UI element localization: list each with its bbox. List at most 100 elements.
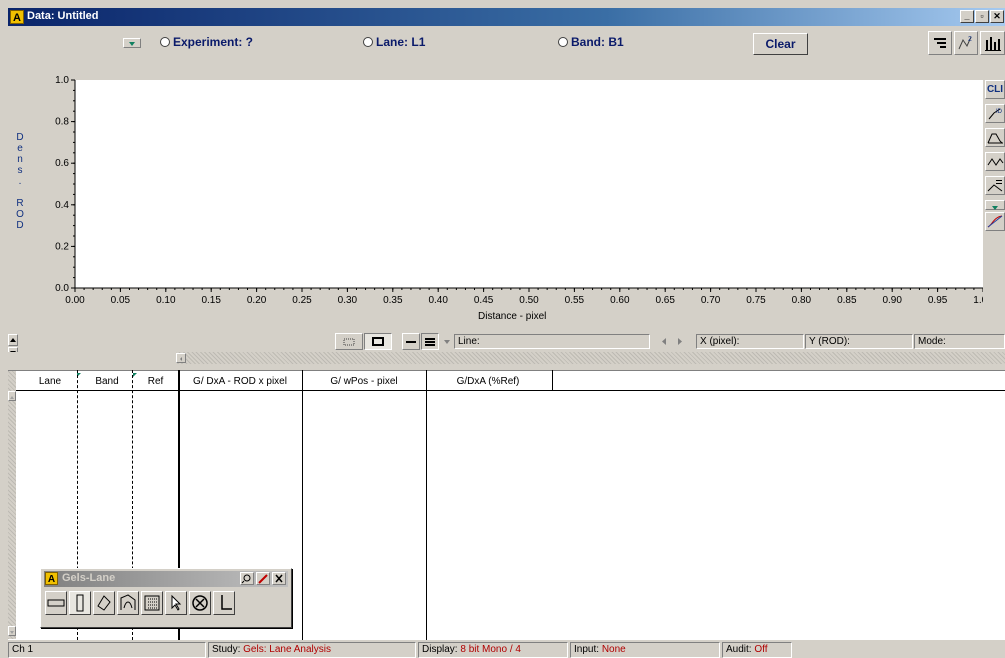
x-tick-label: 0.00	[65, 295, 85, 306]
x-tick-label: 0.55	[565, 295, 585, 306]
restore-button[interactable]: ▫	[975, 10, 989, 23]
rotate-lane-icon	[97, 595, 111, 611]
curve-button[interactable]	[985, 128, 1005, 147]
col-header-lane[interactable]: Lane	[30, 376, 70, 387]
peak-detect-icon	[987, 158, 1004, 166]
solid-rect-button[interactable]	[364, 333, 392, 350]
band-prefix: Band:	[571, 35, 605, 49]
density-chart: 1.0 0.8 0.6 0.4 0.2 0.00.00 0.05 0.10 0.15 0.20 0.…	[55, 75, 983, 306]
fit-curve-icon	[987, 215, 1003, 228]
col-header-g-dxa[interactable]: G/ DxA - ROD x pixel	[178, 376, 302, 387]
peaks-button[interactable]: 2	[954, 31, 978, 55]
zoom-trace-button[interactable]: ID	[985, 104, 1005, 123]
dotted-rect-button[interactable]	[335, 333, 363, 350]
experiment-radio[interactable]: Experiment: ?	[160, 35, 253, 49]
x-tick-label: 0.35	[383, 295, 403, 306]
chevron-down-icon	[129, 42, 135, 46]
x-tick-label: 0.30	[338, 295, 358, 306]
line-dropdown-arrow[interactable]	[442, 335, 452, 348]
clr-button[interactable]: CLI	[985, 80, 1005, 99]
x-tick-label: 0.05	[111, 295, 131, 306]
y-tick-label: 0.8	[55, 117, 69, 128]
ref-col-marker	[133, 373, 137, 377]
peak-detect-button[interactable]	[985, 152, 1005, 171]
arrow-left-icon	[662, 338, 666, 345]
x-axis-label: Distance - pixel	[478, 311, 547, 322]
col-header-band[interactable]: Band	[85, 376, 129, 387]
tool-grid[interactable]	[141, 591, 163, 615]
gels-lane-title: Gels-Lane	[62, 572, 116, 584]
x-tick-label: 0.20	[247, 295, 267, 306]
tool-curve-lane[interactable]	[117, 591, 139, 615]
status-empty	[794, 642, 1005, 658]
gels-lane-toolbar[interactable]: A Gels-Lane	[40, 568, 292, 628]
col-header-g-dxa-pct-ref[interactable]: G/DxA (%Ref)	[426, 376, 550, 387]
y-tick-label: 0.0	[55, 283, 69, 294]
chevron-down-icon	[444, 340, 450, 344]
app-icon: A	[10, 10, 24, 24]
table-scroll-up-button[interactable]	[8, 391, 16, 401]
baseline-icon	[987, 180, 1003, 192]
gels-lane-close-button[interactable]	[272, 572, 286, 585]
tool-lane-rect[interactable]	[45, 591, 67, 615]
baseline-button[interactable]	[985, 176, 1005, 195]
band-radio[interactable]: Band: B1	[558, 35, 624, 49]
status-study-label: Study:	[212, 644, 241, 655]
col-header-ref[interactable]: Ref	[138, 376, 173, 387]
window-title: Data: Untitled	[27, 10, 99, 22]
x-tick-label: 1.00	[973, 295, 983, 306]
x-tick-label: 0.65	[655, 295, 675, 306]
clear-button[interactable]: Clear	[753, 33, 808, 55]
scroll-right-button[interactable]	[674, 335, 686, 348]
thick-line-icon	[425, 338, 435, 346]
splitter-up-button[interactable]	[8, 334, 18, 346]
table-scroll-down-button[interactable]	[8, 626, 16, 636]
curve-icon	[987, 133, 1003, 144]
y-tick-label: 0.4	[55, 200, 69, 211]
line-field: Line:	[454, 334, 650, 349]
close-button[interactable]: ✕	[990, 10, 1004, 23]
tool-delete[interactable]	[189, 591, 211, 615]
histogram-button[interactable]	[980, 31, 1005, 55]
minimize-button[interactable]: _	[960, 10, 974, 23]
table-vertical-scrollbar[interactable]	[8, 371, 16, 639]
thick-line-button[interactable]	[421, 333, 439, 350]
x-pixel-readout: X (pixel):	[696, 334, 804, 349]
status-channel: Ch 1	[8, 642, 206, 658]
x-tick-label: 0.40	[428, 295, 448, 306]
lane-radio[interactable]: Lane: L1	[363, 35, 425, 49]
gels-lane-pen-button[interactable]	[256, 572, 270, 585]
x-tick-label: 0.80	[792, 295, 812, 306]
tool-rotate-lane[interactable]	[93, 591, 115, 615]
h-scroll-left-button[interactable]	[176, 353, 186, 363]
chevron-down-icon	[992, 206, 998, 210]
header-divider	[16, 390, 1005, 391]
arrow-down-icon	[10, 631, 14, 634]
thin-line-button[interactable]	[402, 333, 420, 350]
col-divider	[426, 370, 427, 640]
delete-circle-icon	[192, 595, 208, 611]
col-header-g-wpos[interactable]: G/ wPos - pixel	[302, 376, 426, 387]
title-bar[interactable]: A Data: Untitled _ ▫ ✕	[8, 8, 1005, 26]
tool-pointer[interactable]	[165, 591, 187, 615]
gels-lane-titlebar[interactable]: A Gels-Lane	[44, 571, 288, 587]
y-rod-readout: Y (ROD):	[805, 334, 913, 349]
gels-lane-zoom-button[interactable]	[240, 572, 254, 585]
grid-icon	[144, 595, 160, 611]
scroll-left-button[interactable]	[658, 335, 670, 348]
y-tick-label: 0.2	[55, 241, 69, 252]
radio-circle	[160, 37, 170, 47]
arrow-up-icon	[10, 338, 16, 342]
trace-zoom-icon: ID	[988, 108, 1003, 120]
fit-button[interactable]	[985, 212, 1005, 231]
tool-vertical-rect[interactable]	[69, 591, 91, 615]
tool-baseline[interactable]	[213, 591, 235, 615]
lane-prefix: Lane:	[376, 35, 409, 49]
experiment-dropdown-button[interactable]	[123, 38, 141, 48]
list-view-button[interactable]	[928, 31, 952, 55]
x-tick-label: 0.15	[201, 295, 221, 306]
solid-rect-icon	[372, 337, 384, 346]
list-icon	[934, 38, 946, 48]
radio-circle	[558, 37, 568, 47]
side-dropdown-button[interactable]	[985, 200, 1005, 210]
